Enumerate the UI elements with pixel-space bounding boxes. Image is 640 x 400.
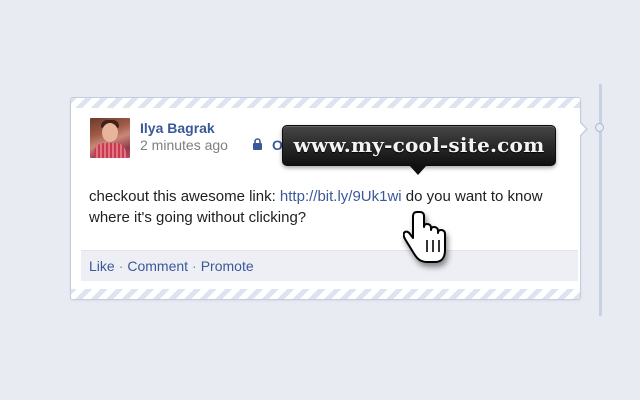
timeline-line xyxy=(599,84,602,316)
timeline-stage: Ilya Bagrak 2 minutes ago O checkout thi… xyxy=(0,0,640,400)
post-action-bar: Like · Comment · Promote xyxy=(81,250,578,281)
card-pointer-arrow xyxy=(579,121,588,137)
post-timestamp[interactable]: 2 minutes ago xyxy=(140,137,228,153)
avatar-face xyxy=(102,123,118,142)
avatar-shirt xyxy=(94,143,126,158)
post-text-before-link: checkout this awesome link: xyxy=(89,188,280,205)
action-separator: · xyxy=(118,258,124,274)
avatar[interactable] xyxy=(90,118,130,158)
action-separator: · xyxy=(192,258,197,274)
url-preview-tooltip: www.my-cool-site.com xyxy=(282,125,556,166)
comment-button[interactable]: Comment xyxy=(127,258,188,274)
timeline-dot[interactable] xyxy=(595,123,604,132)
lock-icon[interactable] xyxy=(252,138,263,150)
hand-pointer-cursor-icon xyxy=(403,211,446,263)
bottom-stripe-border xyxy=(71,289,580,299)
tooltip-arrow xyxy=(409,165,427,175)
post-link[interactable]: http://bit.ly/9Uk1wi xyxy=(280,188,402,205)
promote-button[interactable]: Promote xyxy=(201,258,254,274)
post-message: checkout this awesome link: http://bit.l… xyxy=(89,186,559,228)
like-button[interactable]: Like xyxy=(89,258,115,274)
top-stripe-border xyxy=(71,98,580,108)
author-name[interactable]: Ilya Bagrak xyxy=(140,120,215,136)
